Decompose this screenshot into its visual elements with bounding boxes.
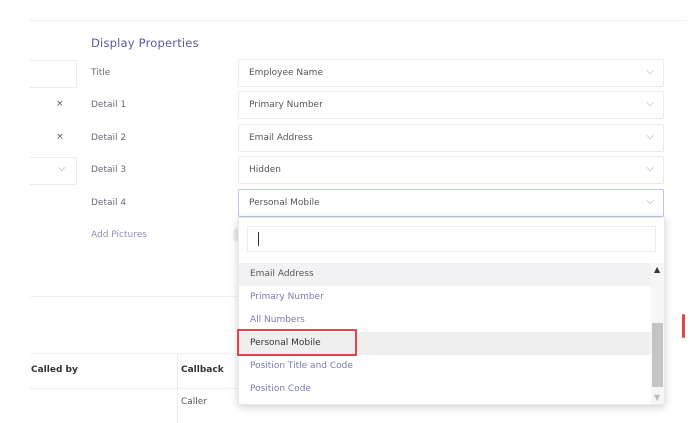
table-cell-callback: Caller [181, 397, 208, 407]
dropdown-option-primary-number[interactable]: Primary Number [239, 286, 651, 309]
section-title: Display Properties [91, 36, 199, 50]
column-header-callback[interactable]: Callback [181, 365, 224, 375]
dropdown-option-position-title-and-code[interactable]: Position Title and Code [239, 355, 651, 378]
detail-4-select-value: Personal Mobile [249, 198, 320, 208]
red-action-button-edge[interactable] [682, 314, 685, 338]
detail-1-select[interactable]: Primary Number ⌵ [238, 91, 664, 119]
remove-detail-1-icon[interactable]: × [56, 99, 64, 109]
column-header-called-by[interactable]: Called by [31, 365, 78, 375]
dropdown-search-input[interactable] [247, 226, 656, 252]
chevron-down-icon: ⌵ [646, 131, 654, 142]
dropdown-scrollbar[interactable]: ▲ ▼ [651, 263, 664, 404]
row-label-detail-2: Detail 2 [91, 133, 127, 143]
detail-3-left-select[interactable]: ⌵ [30, 157, 77, 185]
row-label-detail-3: Detail 3 [91, 165, 127, 175]
row-title-left-cell [30, 60, 77, 88]
detail-3-select-value: Hidden [249, 165, 281, 175]
detail-2-select-value: Email Address [249, 133, 313, 143]
remove-detail-2-icon[interactable]: × [56, 132, 64, 142]
chevron-down-icon: ⌵ [646, 196, 654, 207]
scrollbar-thumb[interactable] [652, 323, 663, 387]
dropdown-options-list: Email Address Primary Number All Numbers… [237, 263, 651, 401]
column-separator [177, 353, 178, 423]
title-select-value: Employee Name [249, 68, 323, 78]
row-label-detail-4: Detail 4 [91, 198, 127, 208]
top-divider [30, 20, 687, 21]
scroll-up-arrow-icon[interactable]: ▲ [654, 265, 660, 274]
chevron-down-icon: ⌵ [58, 163, 66, 174]
dropdown-option-email-address[interactable]: Email Address [239, 263, 651, 286]
detail-2-select[interactable]: Email Address ⌵ [238, 124, 664, 152]
chevron-down-icon: ⌵ [646, 66, 654, 77]
detail-3-select[interactable]: Hidden ⌵ [238, 156, 664, 184]
section-divider [30, 296, 245, 297]
row-label-detail-1: Detail 1 [91, 100, 127, 110]
detail-1-select-value: Primary Number [249, 100, 323, 110]
highlight-box [237, 329, 357, 356]
dropdown-option-position-code[interactable]: Position Code [239, 378, 651, 401]
text-caret [258, 232, 259, 246]
chevron-down-icon: ⌵ [646, 98, 654, 109]
title-select[interactable]: Employee Name ⌵ [238, 59, 664, 87]
row-label-title: Title [91, 68, 111, 78]
detail-4-select[interactable]: Personal Mobile ⌵ [238, 189, 664, 217]
chevron-down-icon: ⌵ [646, 163, 654, 174]
dropdown-option-personal-mobile[interactable]: Personal Mobile [237, 329, 651, 356]
detail-4-dropdown-menu: Email Address Primary Number All Numbers… [237, 217, 665, 405]
scroll-down-arrow-icon[interactable]: ▼ [654, 393, 660, 402]
add-pictures-label: Add Pictures [91, 230, 147, 240]
